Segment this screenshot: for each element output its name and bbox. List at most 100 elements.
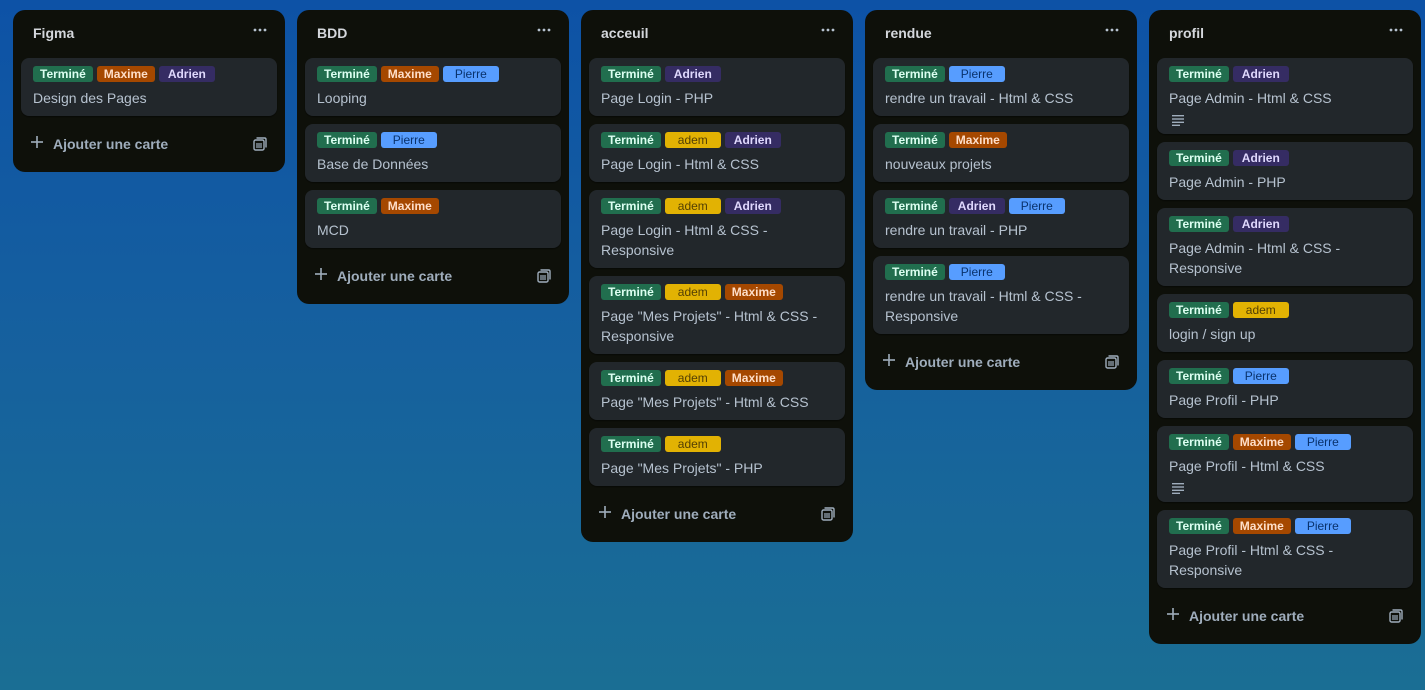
label-adrien[interactable]: Adrien xyxy=(724,198,781,214)
card[interactable]: Terminé adem Maxime Page "Mes Projets" - Ht… xyxy=(589,362,845,420)
add-card-button[interactable]: Ajouter une carte xyxy=(1157,596,1413,636)
label-termin[interactable]: Terminé xyxy=(601,370,661,386)
label-termin[interactable]: Terminé xyxy=(1169,216,1229,232)
label-adrien[interactable]: Adrien xyxy=(664,66,721,82)
label-adrien[interactable]: Adrien xyxy=(724,132,781,148)
card-labels: Terminé adem xyxy=(601,436,833,452)
ellipsis-icon[interactable] xyxy=(535,22,553,40)
label-termin[interactable]: Terminé xyxy=(317,66,377,82)
label-termin[interactable]: Terminé xyxy=(317,132,377,148)
card[interactable]: Terminé Adrien Page Admin - PHP xyxy=(1157,142,1413,200)
label-pierre[interactable]: Pierre xyxy=(1294,434,1351,450)
label-termin[interactable]: Terminé xyxy=(885,198,945,214)
label-maxime[interactable]: Maxime xyxy=(380,198,439,214)
card[interactable]: Terminé adem Page "Mes Projets" - PHP xyxy=(589,428,845,486)
label-termin[interactable]: Terminé xyxy=(1169,66,1229,82)
label-adrien[interactable]: Adrien xyxy=(1232,150,1289,166)
label-adrien[interactable]: Adrien xyxy=(158,66,215,82)
card[interactable]: Terminé adem Adrien Page Login - Html & CSS xyxy=(589,124,845,182)
card[interactable]: Terminé Maxime Pierre Page Profil - Html & … xyxy=(1157,426,1413,502)
label-termin[interactable]: Terminé xyxy=(601,198,661,214)
card[interactable]: Terminé Pierre Base de Données xyxy=(305,124,561,182)
card[interactable]: Terminé Adrien Pierre rendre un travail - P… xyxy=(873,190,1129,248)
add-card-button[interactable]: Ajouter une carte xyxy=(21,124,277,164)
card-labels: Terminé Maxime xyxy=(885,132,1117,148)
label-termin[interactable]: Terminé xyxy=(1169,302,1229,318)
card[interactable]: Terminé adem Adrien Page Login - Html & CSS… xyxy=(589,190,845,268)
label-termin[interactable]: Terminé xyxy=(317,198,377,214)
label-maxime[interactable]: Maxime xyxy=(948,132,1007,148)
card[interactable]: Terminé Maxime Adrien Design des Pages xyxy=(21,58,277,116)
card[interactable]: Terminé Maxime nouveaux projets xyxy=(873,124,1129,182)
card[interactable]: Terminé adem login / sign up xyxy=(1157,294,1413,352)
card[interactable]: Terminé Adrien Page Login - PHP xyxy=(589,58,845,116)
card[interactable]: Terminé adem Maxime Page "Mes Projets" - Ht… xyxy=(589,276,845,354)
card[interactable]: Terminé Pierre rendre un travail - Html & … xyxy=(873,58,1129,116)
label-maxime[interactable]: Maxime xyxy=(1232,434,1291,450)
label-adem[interactable]: adem xyxy=(664,198,721,214)
label-maxime[interactable]: Maxime xyxy=(96,66,155,82)
label-adrien[interactable]: Adrien xyxy=(1232,216,1289,232)
label-termin[interactable]: Terminé xyxy=(1169,518,1229,534)
label-termin[interactable]: Terminé xyxy=(601,132,661,148)
label-adem[interactable]: adem xyxy=(1232,302,1289,318)
label-maxime[interactable]: Maxime xyxy=(1232,518,1291,534)
list-title[interactable]: rendue xyxy=(885,25,1117,41)
label-pierre[interactable]: Pierre xyxy=(442,66,499,82)
ellipsis-icon[interactable] xyxy=(1103,22,1121,40)
label-termin[interactable]: Terminé xyxy=(33,66,93,82)
label-adem[interactable]: adem xyxy=(664,436,721,452)
card[interactable]: Terminé Maxime Pierre Page Profil - Html & … xyxy=(1157,510,1413,588)
card-labels: Terminé adem xyxy=(1169,302,1401,318)
label-maxime[interactable]: Maxime xyxy=(724,370,783,386)
label-termin[interactable]: Terminé xyxy=(1169,368,1229,384)
label-termin[interactable]: Terminé xyxy=(601,66,661,82)
label-adem[interactable]: adem xyxy=(664,284,721,300)
add-card-button[interactable]: Ajouter une carte xyxy=(873,342,1129,382)
card[interactable]: Terminé Adrien Page Admin - Html & CSS - R… xyxy=(1157,208,1413,286)
label-pierre[interactable]: Pierre xyxy=(948,264,1005,280)
ellipsis-icon[interactable] xyxy=(1387,22,1405,40)
label-termin[interactable]: Terminé xyxy=(1169,434,1229,450)
list-title[interactable]: BDD xyxy=(317,25,549,41)
label-adem[interactable]: adem xyxy=(664,370,721,386)
card-list: Terminé Adrien Page Admin - Html & CSS Term… xyxy=(1149,58,1421,588)
card[interactable]: Terminé Maxime Pierre Looping xyxy=(305,58,561,116)
card-labels: Terminé adem Maxime xyxy=(601,284,833,300)
label-adem[interactable]: adem xyxy=(664,132,721,148)
label-adrien[interactable]: Adrien xyxy=(948,198,1005,214)
ellipsis-icon[interactable] xyxy=(251,22,269,40)
card[interactable]: Terminé Pierre rendre un travail - Html & … xyxy=(873,256,1129,334)
list-title[interactable]: Figma xyxy=(33,25,265,41)
label-pierre[interactable]: Pierre xyxy=(380,132,437,148)
card-title: Page "Mes Projets" - Html & CSS - Respon… xyxy=(601,308,818,344)
list-title[interactable]: profil xyxy=(1169,25,1401,41)
label-termin[interactable]: Terminé xyxy=(601,436,661,452)
label-termin[interactable]: Terminé xyxy=(885,132,945,148)
card-labels: Terminé Adrien xyxy=(1169,150,1401,166)
label-maxime[interactable]: Maxime xyxy=(724,284,783,300)
label-termin[interactable]: Terminé xyxy=(601,284,661,300)
label-termin[interactable]: Terminé xyxy=(885,264,945,280)
card-title: rendre un travail - PHP xyxy=(885,222,1028,238)
card-labels: Terminé Adrien xyxy=(1169,66,1401,82)
label-pierre[interactable]: Pierre xyxy=(1294,518,1351,534)
list-title[interactable]: acceuil xyxy=(601,25,833,41)
card[interactable]: Terminé Maxime MCD xyxy=(305,190,561,248)
card[interactable]: Terminé Pierre Page Profil - PHP xyxy=(1157,360,1413,418)
ellipsis-icon[interactable] xyxy=(819,22,837,40)
label-termin[interactable]: Terminé xyxy=(885,66,945,82)
card[interactable]: Terminé Adrien Page Admin - Html & CSS xyxy=(1157,58,1413,134)
label-pierre[interactable]: Pierre xyxy=(1008,198,1065,214)
card-title: Page Login - PHP xyxy=(601,90,714,106)
label-maxime[interactable]: Maxime xyxy=(380,66,439,82)
label-adrien[interactable]: Adrien xyxy=(1232,66,1289,82)
board: Figma Terminé Maxime Adrien Design des Pages… xyxy=(0,0,1425,690)
label-termin[interactable]: Terminé xyxy=(1169,150,1229,166)
label-pierre[interactable]: Pierre xyxy=(1232,368,1289,384)
card-title: rendre un travail - Html & CSS - Respons… xyxy=(885,288,1082,324)
label-pierre[interactable]: Pierre xyxy=(948,66,1005,82)
add-card-button[interactable]: Ajouter une carte xyxy=(589,494,845,534)
add-card-button[interactable]: Ajouter une carte xyxy=(305,256,561,296)
list-profil: profil Terminé Adrien Page Admin - Html & C… xyxy=(1149,10,1421,644)
